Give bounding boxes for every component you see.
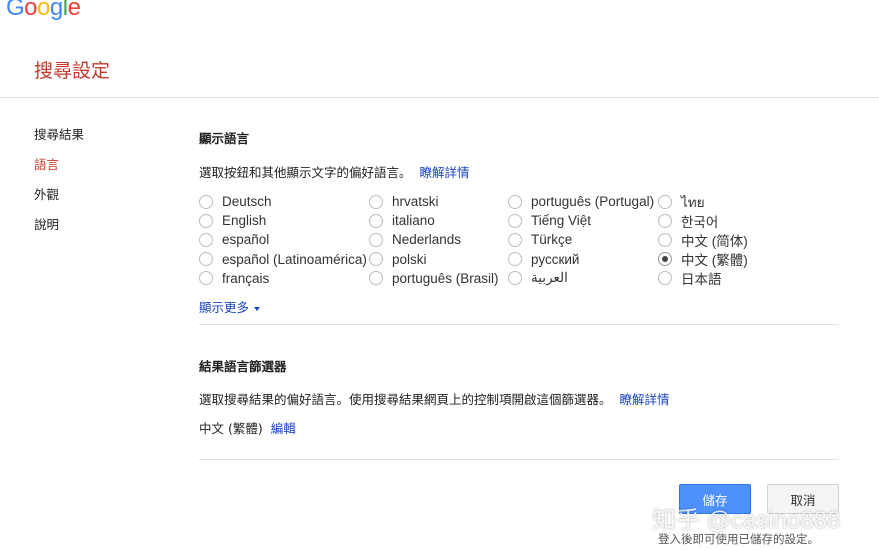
language-label: English: [222, 213, 267, 229]
language-label: italiano: [392, 213, 435, 229]
results-filter-current: 中文 (繁體) 編輯: [199, 418, 296, 437]
language-column: Deutsch English español español (Latinoamér…: [199, 192, 367, 288]
radio-button[interactable]: [508, 213, 522, 228]
radio-button[interactable]: [369, 213, 383, 228]
language-option[interactable]: français: [199, 269, 367, 288]
caret-down-icon: [254, 306, 261, 311]
results-filter-title: 結果語言篩選器: [199, 359, 287, 374]
language-option[interactable]: português (Portugal): [508, 192, 654, 211]
page-title: 搜尋設定: [34, 60, 111, 82]
language-option[interactable]: Türkçe: [508, 230, 654, 249]
language-option[interactable]: polski: [369, 250, 499, 269]
language-label: polski: [392, 251, 427, 267]
language-label: 한국어: [681, 214, 719, 230]
radio-button[interactable]: [508, 252, 522, 267]
radio-button[interactable]: [199, 252, 213, 267]
sidebar-item-search-results[interactable]: 搜尋結果: [34, 127, 84, 157]
language-label: português (Portugal): [531, 194, 655, 210]
language-label: español: [222, 232, 270, 248]
section-divider: [199, 459, 839, 460]
radio-button[interactable]: [199, 232, 213, 247]
logo-letter: o: [37, 0, 50, 21]
sidebar-item-languages[interactable]: 語言: [34, 157, 84, 187]
language-label: ไทย: [681, 194, 705, 210]
radio-button[interactable]: [199, 271, 213, 286]
language-option[interactable]: hrvatski: [369, 192, 499, 211]
language-option[interactable]: العربية: [508, 269, 654, 288]
language-column: ไทย 한국어 中文 (简体) 中文 (繁體) 日本語: [658, 192, 748, 288]
language-label: português (Brasil): [392, 270, 499, 286]
display-language-title: 顯示語言: [199, 131, 250, 146]
radio-button[interactable]: [508, 271, 522, 286]
google-logo[interactable]: Google: [6, 0, 81, 22]
radio-button[interactable]: [508, 232, 522, 247]
display-language-description-text: 選取按鈕和其他顯示文字的偏好語言。: [199, 165, 412, 180]
radio-button[interactable]: [199, 194, 213, 209]
show-more-link[interactable]: 顯示更多: [199, 297, 261, 316]
language-label: español (Latinoamérica): [222, 251, 367, 267]
language-option[interactable]: 한국어: [658, 211, 748, 230]
save-button[interactable]: 儲存: [679, 484, 751, 514]
language-option[interactable]: 中文 (繁體): [658, 250, 748, 269]
sign-in-footnote: 登入後即可使用已儲存的設定。: [658, 532, 819, 546]
language-option[interactable]: 日本語: [658, 269, 748, 288]
language-option[interactable]: Tiếng Việt: [508, 211, 654, 230]
language-label: 中文 (繁體): [681, 253, 748, 269]
language-option[interactable]: italiano: [369, 211, 499, 230]
header-divider: [0, 97, 879, 98]
radio-button[interactable]: [369, 252, 383, 267]
language-label: العربية: [531, 270, 568, 286]
show-more-label: 顯示更多: [199, 300, 250, 315]
logo-letter: g: [49, 0, 63, 21]
language-label: Nederlands: [392, 232, 462, 248]
cancel-button[interactable]: 取消: [767, 484, 839, 514]
display-language-description: 選取按鈕和其他顯示文字的偏好語言。 瞭解詳情: [199, 162, 470, 181]
logo-letter: o: [24, 0, 38, 21]
language-label: hrvatski: [392, 194, 439, 210]
learn-more-link[interactable]: 瞭解詳情: [420, 165, 470, 180]
language-option[interactable]: 中文 (简体): [658, 230, 748, 249]
section-divider: [199, 324, 839, 325]
radio-button[interactable]: [658, 232, 672, 247]
language-label: Türkçe: [531, 232, 573, 248]
results-filter-description: 選取搜尋結果的偏好語言。使用搜尋結果網頁上的控制項開啟這個篩選器。 瞭解詳情: [199, 389, 670, 408]
radio-button[interactable]: [658, 252, 672, 267]
sidebar-item-appearance[interactable]: 外觀: [34, 187, 84, 217]
results-filter-learn-more-link[interactable]: 瞭解詳情: [620, 392, 670, 407]
sidebar: 搜尋結果 語言 外觀 說明: [34, 127, 84, 247]
radio-button[interactable]: [658, 213, 672, 228]
language-option[interactable]: English: [199, 211, 367, 230]
language-label: русский: [531, 251, 580, 267]
language-option[interactable]: ไทย: [658, 192, 748, 211]
language-label: 中文 (简体): [681, 233, 748, 249]
language-option[interactable]: Deutsch: [199, 192, 367, 211]
language-label: français: [222, 270, 270, 286]
language-option[interactable]: русский: [508, 250, 654, 269]
radio-button[interactable]: [369, 271, 383, 286]
radio-button[interactable]: [369, 232, 383, 247]
language-label: 日本語: [681, 272, 722, 288]
language-label: Deutsch: [222, 194, 272, 210]
language-option[interactable]: Nederlands: [369, 230, 499, 249]
logo-letter: G: [6, 0, 25, 21]
language-option[interactable]: español (Latinoamérica): [199, 250, 367, 269]
radio-button[interactable]: [199, 213, 213, 228]
language-column: português (Portugal) Tiếng Việt Türkçe русс…: [508, 192, 654, 288]
edit-link[interactable]: 編輯: [271, 421, 296, 436]
radio-button[interactable]: [508, 194, 522, 209]
sidebar-item-help[interactable]: 說明: [34, 217, 84, 247]
language-option[interactable]: português (Brasil): [369, 269, 499, 288]
results-filter-value: 中文 (繁體): [199, 421, 263, 436]
language-option[interactable]: español: [199, 230, 367, 249]
results-filter-description-text: 選取搜尋結果的偏好語言。使用搜尋結果網頁上的控制項開啟這個篩選器。: [199, 392, 612, 407]
radio-button[interactable]: [369, 194, 383, 209]
logo-letter: e: [67, 0, 81, 21]
radio-button[interactable]: [658, 194, 672, 209]
radio-button[interactable]: [658, 271, 672, 286]
language-column: hrvatski italiano Nederlands polski portuguê…: [369, 192, 499, 288]
language-label: Tiếng Việt: [531, 213, 592, 229]
